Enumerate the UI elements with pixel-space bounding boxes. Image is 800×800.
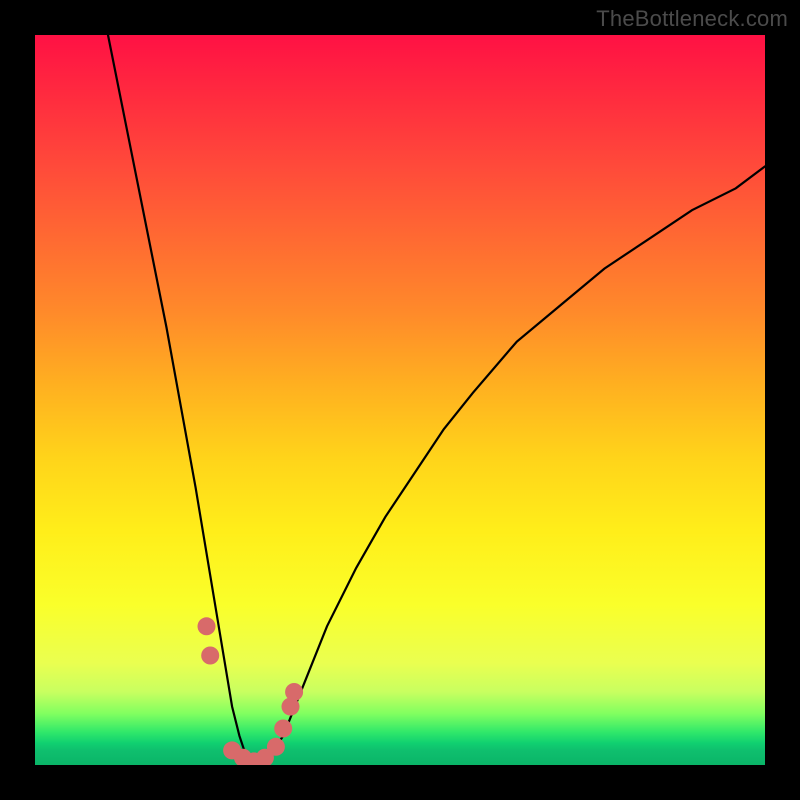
marker-dot [198, 617, 216, 635]
bottleneck-curve-svg [35, 35, 765, 765]
marker-dot [285, 683, 303, 701]
marker-dot [201, 647, 219, 665]
marker-dot [274, 720, 292, 738]
watermark-text: TheBottleneck.com [596, 6, 788, 32]
chart-frame: TheBottleneck.com [0, 0, 800, 800]
plot-area [35, 35, 765, 765]
highlight-markers [198, 617, 304, 765]
marker-dot [267, 738, 285, 756]
